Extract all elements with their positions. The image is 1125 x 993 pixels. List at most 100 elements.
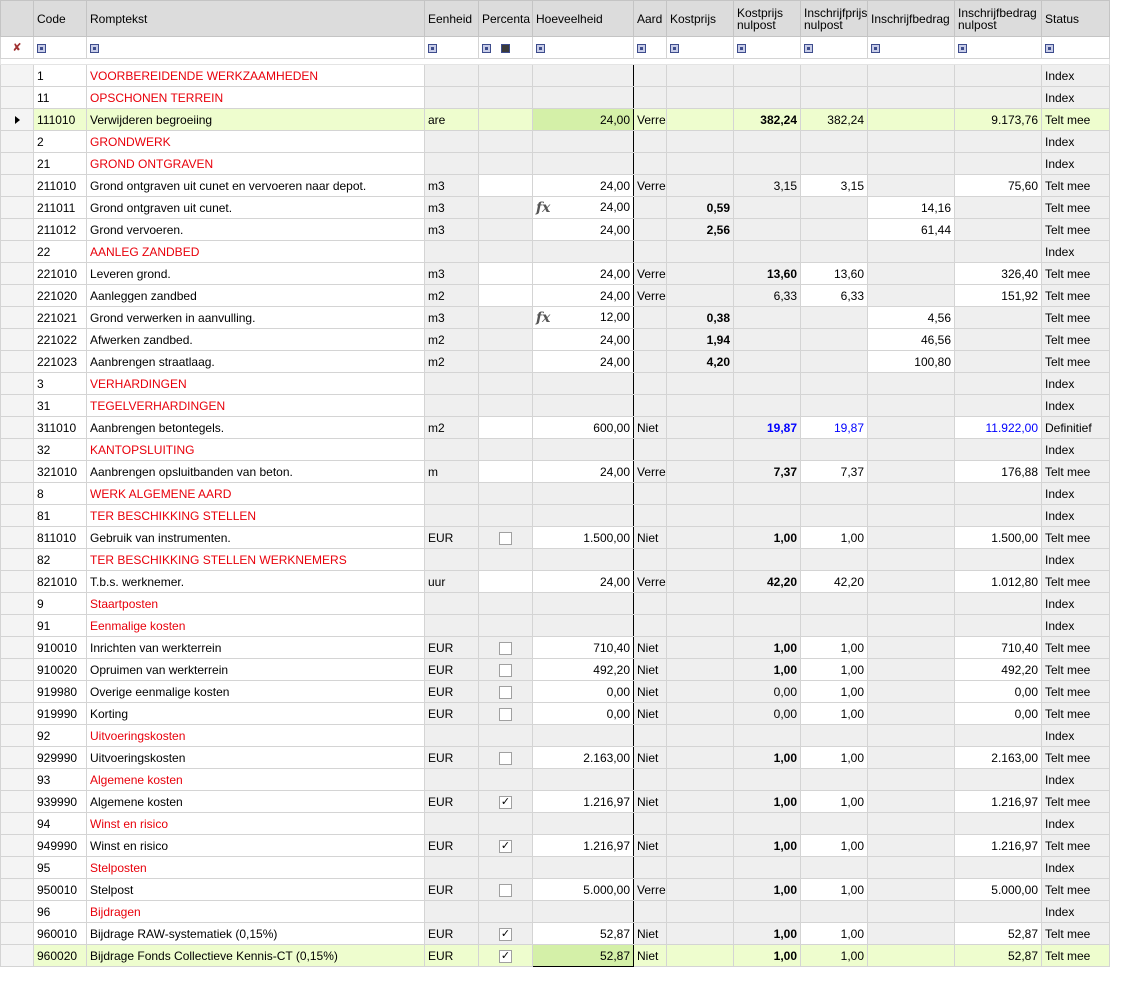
cell-hoeveelheid[interactable]: 24,00 (532, 218, 634, 241)
cell-hoeveelheid[interactable] (532, 812, 634, 835)
cell-hoeveelheid[interactable] (532, 724, 634, 747)
cell-kostprijs[interactable] (666, 834, 734, 857)
cell-hoeveelheid[interactable] (532, 900, 634, 923)
checkbox-unchecked[interactable] (499, 641, 512, 655)
cell-inschrijfbedrag[interactable] (867, 130, 955, 153)
row-indicator[interactable] (0, 130, 34, 153)
cell-inschrijfprijs-nulpost[interactable]: 1,00 (800, 526, 868, 549)
cell-code[interactable]: 8 (33, 482, 87, 505)
checkbox-unchecked[interactable] (499, 531, 512, 545)
cell-status[interactable]: Telt mee (1041, 790, 1110, 813)
cell-inschrijfbedrag-nulpost[interactable] (954, 240, 1042, 263)
cell-kostprijs[interactable] (666, 812, 734, 835)
row-indicator[interactable] (0, 614, 34, 637)
column-header-aard[interactable]: Aard (633, 0, 667, 37)
cell-inschrijfbedrag-nulpost[interactable]: 2.163,00 (954, 746, 1042, 769)
cell-aard[interactable] (633, 482, 667, 505)
row-indicator[interactable] (0, 856, 34, 879)
cell-inschrijfprijs-nulpost[interactable] (800, 394, 868, 417)
table-row[interactable]: 221020 Aanleggen zandbed m2 24,00 Verre 6,33 6… (0, 284, 1110, 307)
cell-hoeveelheid[interactable] (532, 504, 634, 527)
cell-inschrijfprijs-nulpost[interactable]: 1,00 (800, 702, 868, 725)
row-indicator[interactable] (0, 394, 34, 417)
cell-aard[interactable]: Verre (633, 878, 667, 901)
row-indicator[interactable] (0, 460, 34, 483)
pin-icon[interactable]: ✘ (0, 36, 34, 59)
cell-inschrijfprijs-nulpost[interactable] (800, 592, 868, 615)
cell-kostprijs-nulpost[interactable]: 19,87 (733, 416, 801, 439)
cell-inschrijfprijs-nulpost[interactable] (800, 724, 868, 747)
cell-eenheid[interactable]: m (424, 460, 479, 483)
table-row[interactable]: 111010 Verwijderen begroeiing are 24,00 Verr… (0, 108, 1110, 131)
cell-aard[interactable] (633, 614, 667, 637)
row-indicator[interactable] (0, 768, 34, 791)
cell-percentage[interactable] (478, 526, 533, 549)
cell-eenheid[interactable] (424, 592, 479, 615)
cell-status[interactable]: Index (1041, 86, 1110, 109)
cell-status[interactable]: Index (1041, 724, 1110, 747)
cell-percentage[interactable] (478, 196, 533, 219)
table-row[interactable]: 960020 Bijdrage Fonds Collectieve Kennis-… (0, 944, 1110, 967)
cell-inschrijfbedrag-nulpost[interactable] (954, 812, 1042, 835)
cell-kostprijs-nulpost[interactable] (733, 438, 801, 461)
cell-romptekst[interactable]: Aanbrengen straatlaag. (86, 350, 425, 373)
cell-aard[interactable]: Niet (633, 702, 667, 725)
cell-code[interactable]: 2 (33, 130, 87, 153)
cell-hoeveelheid[interactable] (532, 592, 634, 615)
cell-inschrijfbedrag-nulpost[interactable]: 9.173,76 (954, 108, 1042, 131)
cell-code[interactable]: 211011 (33, 196, 87, 219)
cell-inschrijfbedrag[interactable] (867, 548, 955, 571)
cell-romptekst[interactable]: VOORBEREIDENDE WERKZAAMHEDEN (86, 64, 425, 87)
cell-eenheid[interactable]: EUR (424, 790, 479, 813)
filter-icon[interactable] (37, 43, 46, 53)
row-indicator[interactable] (0, 812, 34, 835)
cell-percentage[interactable] (478, 306, 533, 329)
table-row[interactable]: 811010 Gebruik van instrumenten. EUR 1.500,… (0, 526, 1110, 549)
cell-eenheid[interactable]: EUR (424, 680, 479, 703)
cell-inschrijfprijs-nulpost[interactable] (800, 768, 868, 791)
group-row[interactable]: 2 GRONDWERK Index (0, 130, 1110, 153)
cell-kostprijs-nulpost[interactable]: 382,24 (733, 108, 801, 131)
group-row[interactable]: 8 WERK ALGEMENE AARD Index (0, 482, 1110, 505)
group-row[interactable]: 11 OPSCHONEN TERREIN Index (0, 86, 1110, 109)
cell-inschrijfbedrag[interactable] (867, 64, 955, 87)
cell-romptekst[interactable]: Afwerken zandbed. (86, 328, 425, 351)
cell-inschrijfbedrag-nulpost[interactable] (954, 438, 1042, 461)
cell-eenheid[interactable]: m3 (424, 218, 479, 241)
column-header-romptekst[interactable]: Romptekst (86, 0, 425, 37)
cell-kostprijs-nulpost[interactable] (733, 328, 801, 351)
cell-status[interactable]: Index (1041, 856, 1110, 879)
row-indicator[interactable] (0, 86, 34, 109)
cell-inschrijfbedrag[interactable] (867, 240, 955, 263)
cell-romptekst[interactable]: Stelpost (86, 878, 425, 901)
cell-percentage[interactable] (478, 724, 533, 747)
cell-kostprijs[interactable] (666, 416, 734, 439)
cell-aard[interactable]: Niet (633, 944, 667, 967)
row-indicator[interactable] (0, 724, 34, 747)
cell-inschrijfbedrag-nulpost[interactable] (954, 130, 1042, 153)
cell-percentage[interactable] (478, 878, 533, 901)
cell-romptekst[interactable]: Aanleggen zandbed (86, 284, 425, 307)
cell-aard[interactable] (633, 196, 667, 219)
cell-hoeveelheid[interactable]: 24,00 (532, 174, 634, 197)
cell-percentage[interactable] (478, 636, 533, 659)
cell-romptekst[interactable]: Verwijderen begroeiing (86, 108, 425, 131)
cell-status[interactable]: Index (1041, 394, 1110, 417)
cell-romptekst[interactable]: Inrichten van werkterrein (86, 636, 425, 659)
cell-aard[interactable] (633, 548, 667, 571)
cell-percentage[interactable] (478, 614, 533, 637)
column-header-kostprijs[interactable]: Kostprijs (666, 0, 734, 37)
cell-kostprijs-nulpost[interactable] (733, 548, 801, 571)
cell-kostprijs[interactable] (666, 878, 734, 901)
cell-kostprijs-nulpost[interactable] (733, 130, 801, 153)
cell-inschrijfbedrag[interactable] (867, 438, 955, 461)
checkbox-unchecked[interactable] (499, 663, 512, 677)
cell-eenheid[interactable]: m2 (424, 328, 479, 351)
cell-inschrijfbedrag-nulpost[interactable] (954, 614, 1042, 637)
cell-inschrijfprijs-nulpost[interactable] (800, 350, 868, 373)
cell-percentage[interactable] (478, 746, 533, 769)
cell-inschrijfprijs-nulpost[interactable] (800, 372, 868, 395)
cell-eenheid[interactable] (424, 614, 479, 637)
cell-romptekst[interactable]: AANLEG ZANDBED (86, 240, 425, 263)
cell-code[interactable]: 949990 (33, 834, 87, 857)
